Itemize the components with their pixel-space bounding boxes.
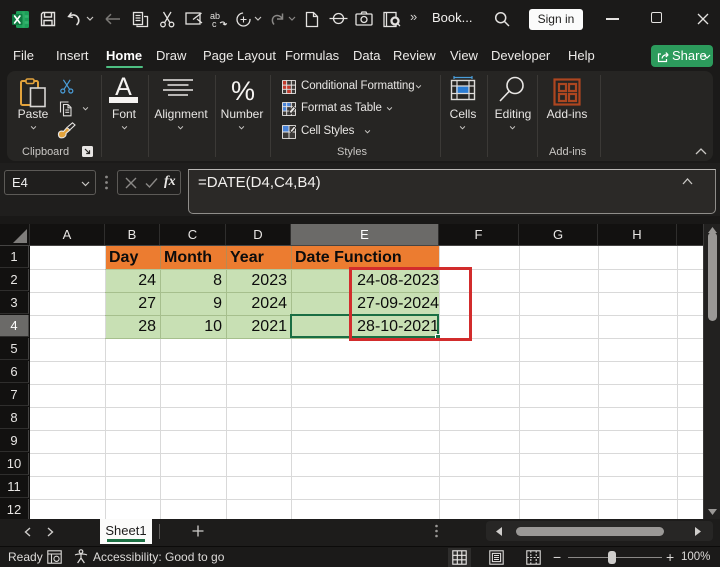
svg-text:c: c [212, 19, 217, 28]
